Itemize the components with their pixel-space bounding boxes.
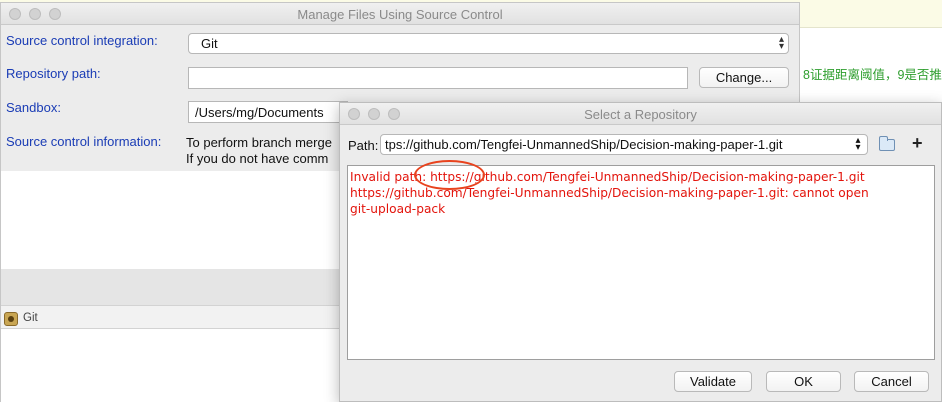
cancel-button[interactable]: Cancel: [854, 371, 929, 392]
select-repository-dialog: Select a Repository Path: tps://github.c…: [339, 102, 942, 402]
repository-path-label: Repository path:: [6, 66, 101, 81]
git-icon: [4, 312, 18, 326]
highlight-ellipse-annotation: [414, 160, 485, 190]
integration-select[interactable]: Git ▴ ▾: [188, 33, 789, 54]
path-combobox[interactable]: tps://github.com/Tengfei-UnmannedShip/De…: [380, 134, 868, 155]
sandbox-field[interactable]: /Users/mg/Documents: [188, 101, 348, 123]
path-label: Path:: [348, 138, 379, 153]
select-dialog-titlebar: Select a Repository: [340, 103, 941, 125]
error-message-area: Invalid path: https://github.com/Tengfei…: [347, 165, 935, 360]
manage-window-titlebar: Manage Files Using Source Control: [1, 3, 799, 25]
error-line-3: git-upload-pack: [350, 202, 446, 216]
path-value: tps://github.com/Tengfei-UnmannedShip/De…: [385, 137, 783, 152]
select-dialog-title: Select a Repository: [584, 107, 697, 122]
plus-icon[interactable]: +: [912, 133, 923, 154]
updown-chevron-icon: ▴ ▾: [778, 34, 784, 52]
path-updown-chevron-icon[interactable]: ▴ ▾: [850, 136, 866, 153]
integration-label: Source control integration:: [6, 33, 158, 48]
validate-button[interactable]: Validate: [674, 371, 752, 392]
change-button[interactable]: Change...: [699, 67, 789, 88]
source-control-info-label: Source control information:: [6, 134, 162, 149]
info-line-1: To perform branch merge: [186, 135, 332, 150]
repository-path-field[interactable]: [188, 67, 688, 89]
git-tab-label: Git: [23, 312, 38, 324]
integration-value: Git: [201, 36, 218, 51]
info-line-2: If you do not have comm: [186, 151, 329, 166]
source-control-info-text: To perform branch merge If you do not ha…: [186, 135, 332, 167]
ok-button[interactable]: OK: [766, 371, 841, 392]
background-chinese-text: 8证据距离阈值，9是否推: [803, 68, 942, 82]
sandbox-label: Sandbox:: [6, 100, 61, 115]
folder-icon[interactable]: [879, 136, 895, 151]
manage-window-title: Manage Files Using Source Control: [297, 7, 503, 22]
